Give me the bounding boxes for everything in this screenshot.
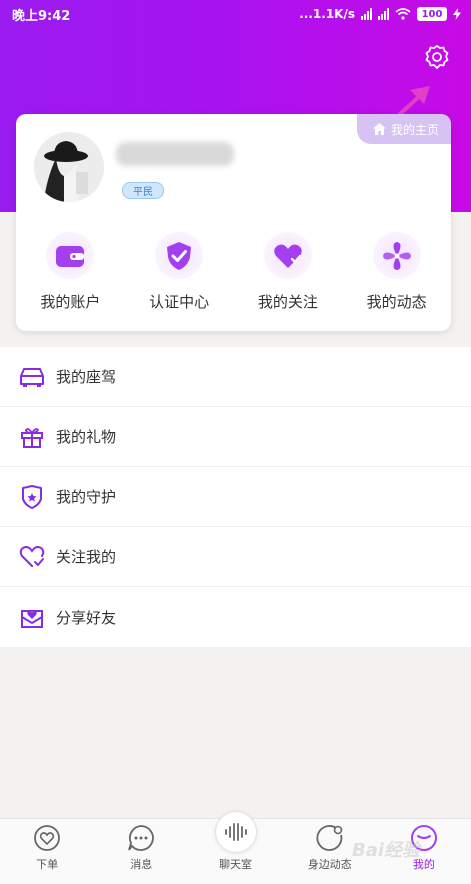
- gear-icon: [425, 45, 449, 69]
- gift-icon: [18, 423, 46, 451]
- username-blurred: [116, 142, 234, 166]
- avatar-image: [34, 132, 104, 202]
- bottom-nav: 下单 消息 聊天室 身边动态 我的: [0, 811, 471, 884]
- menu-item-label: 关注我的: [56, 548, 117, 566]
- quick-action-label: 我的关注: [257, 293, 318, 311]
- nav-tab-nearby[interactable]: 身边动态: [283, 819, 377, 884]
- home-icon: [372, 123, 386, 135]
- nav-label: 聊天室: [219, 858, 252, 871]
- charging-icon: [453, 8, 461, 20]
- settings-button[interactable]: [420, 40, 454, 74]
- status-indicators: ...1.1K/s 100: [299, 7, 461, 21]
- nav-label: 我的: [412, 858, 435, 871]
- quick-actions: 我的账户 认证中心 我的关注 我的动态: [16, 232, 451, 312]
- voice-wave-icon: [214, 811, 257, 853]
- profile-page: 晚上9:42 ...1.1K/s 100 我的主页 平民 我的账户 认证中心 我…: [0, 0, 471, 884]
- menu-item-label: 分享好友: [56, 608, 117, 627]
- menu-item-vehicle[interactable]: 我的座驾: [0, 347, 471, 407]
- menu-item-gifts[interactable]: 我的礼物: [0, 407, 471, 467]
- wallet-icon: [46, 232, 95, 279]
- signal-icon-secondary: [378, 8, 389, 20]
- profile-icon: [409, 823, 439, 853]
- share-envelope-icon: [18, 603, 46, 631]
- menu-item-followers[interactable]: 关注我的: [0, 527, 471, 587]
- status-time: 晚上9:42: [12, 8, 71, 24]
- wifi-icon: [395, 8, 411, 20]
- shield-check-icon: [155, 232, 204, 279]
- nearby-icon: [315, 823, 345, 853]
- quick-action-label: 我的账户: [40, 293, 101, 311]
- my-homepage-button[interactable]: 我的主页: [356, 114, 451, 144]
- quick-action-label: 认证中心: [149, 293, 210, 311]
- battery-icon: 100: [417, 7, 447, 21]
- menu-item-label: 我的守护: [56, 488, 117, 506]
- menu-item-label: 我的礼物: [56, 428, 117, 446]
- order-heart-icon: [32, 823, 62, 853]
- nav-tab-me[interactable]: 我的: [377, 819, 471, 884]
- network-speed: ...1.1K/s: [299, 7, 355, 21]
- nav-tab-chatroom[interactable]: 聊天室: [188, 811, 282, 884]
- car-icon: [18, 363, 46, 391]
- my-homepage-label: 我的主页: [390, 122, 439, 137]
- message-icon: [126, 823, 156, 853]
- quick-action-verification[interactable]: 认证中心: [125, 232, 234, 312]
- rank-badge: 平民: [122, 182, 164, 199]
- quick-action-moments[interactable]: 我的动态: [342, 232, 451, 312]
- menu-item-guard[interactable]: 我的守护: [0, 467, 471, 527]
- quick-action-account[interactable]: 我的账户: [16, 232, 125, 312]
- quick-action-label: 我的动态: [366, 293, 427, 311]
- quick-action-following[interactable]: 我的关注: [234, 232, 343, 312]
- nav-label: 身边动态: [307, 858, 352, 871]
- heart-follow-icon: [18, 543, 46, 571]
- heart-check-icon: [263, 232, 312, 279]
- status-bar: 晚上9:42 ...1.1K/s 100: [0, 0, 471, 28]
- menu-item-share[interactable]: 分享好友: [0, 587, 471, 647]
- signal-icon: [361, 8, 372, 20]
- pinwheel-icon: [372, 232, 421, 279]
- guard-badge-icon: [18, 483, 46, 511]
- nav-tab-order[interactable]: 下单: [0, 819, 94, 884]
- nav-label: 消息: [130, 858, 153, 871]
- nav-tab-messages[interactable]: 消息: [94, 819, 188, 884]
- menu-item-label: 我的座驾: [56, 368, 117, 386]
- nav-label: 下单: [36, 858, 59, 871]
- menu-list: 我的座驾 我的礼物 我的守护 关注我的 分享好友: [0, 347, 471, 647]
- profile-card: 我的主页 平民 我的账户 认证中心 我的关注 我的动态: [16, 114, 451, 331]
- avatar[interactable]: [34, 132, 104, 202]
